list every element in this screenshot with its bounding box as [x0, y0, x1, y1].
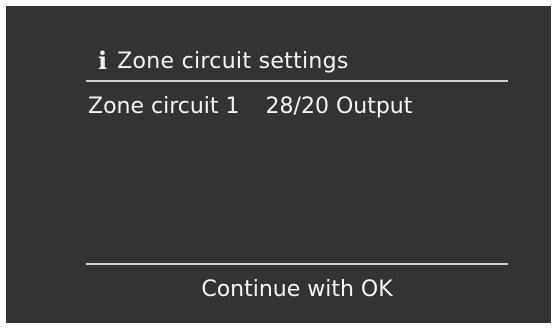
zone-circuit-value: 28/20 Output [265, 93, 413, 119]
zone-circuit-label: Zone circuit 1 [88, 93, 240, 119]
screen-title: Zone circuit settings [117, 48, 349, 74]
display-screen: i Zone circuit settings Zone circuit 1 2… [6, 6, 551, 323]
continue-prompt: Continue with OK [201, 276, 393, 302]
zone-circuit-row[interactable]: Zone circuit 1 28/20 Output [88, 89, 510, 123]
info-icon: i [98, 46, 108, 75]
header-divider [86, 80, 508, 82]
screen-header: i Zone circuit settings [98, 44, 349, 78]
footer-divider [86, 263, 508, 265]
